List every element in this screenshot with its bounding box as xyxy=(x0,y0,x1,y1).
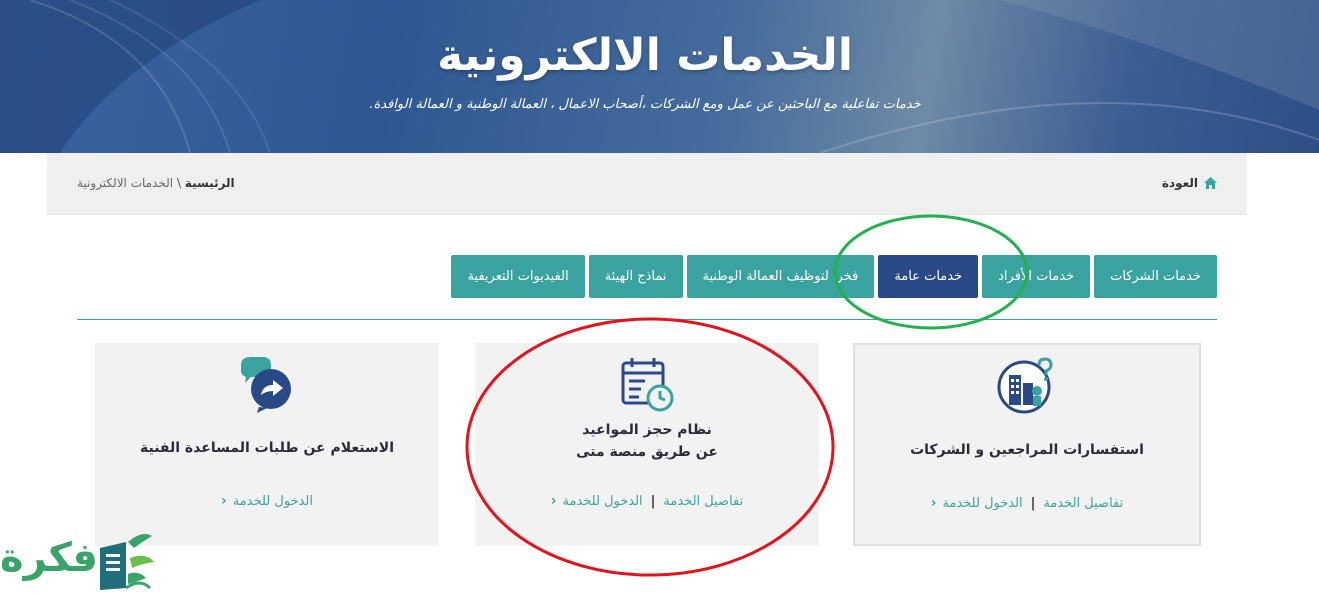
card-links: تفاصيل الخدمة | الدخول للخدمة ‹ xyxy=(855,495,1199,511)
service-details-link[interactable]: تفاصيل الخدمة xyxy=(663,494,743,509)
chevron-left-icon: ‹ xyxy=(221,493,227,509)
calendar-clock-icon xyxy=(621,358,674,412)
home-icon xyxy=(1204,177,1217,189)
card-title: الاستعلام عن طلبات المساعدة الفنية xyxy=(139,440,394,456)
tab-company-services[interactable]: خدمات الشركات xyxy=(1094,255,1217,298)
tab-individual-services[interactable]: خدمات الأفراد xyxy=(982,255,1091,298)
service-card-inquiries: استفسارات المراجعين و الشركات تفاصيل الخ… xyxy=(853,343,1201,546)
service-card-appointments: نظام حجز المواعيد عن طريق منصة متى تفاصي… xyxy=(475,343,819,546)
breadcrumb-separator: \ xyxy=(173,176,185,190)
tabs-divider xyxy=(77,319,1217,320)
back-link[interactable]: العودة xyxy=(1162,176,1217,190)
link-separator: | xyxy=(650,493,656,509)
card-links: الدخول للخدمة ‹ xyxy=(95,493,439,509)
tab-authority-forms[interactable]: نماذج الهيئة xyxy=(588,255,683,298)
breadcrumb-current: الخدمات الالكترونية xyxy=(77,176,174,190)
service-card-support-requests: الاستعلام عن طلبات المساعدة الفنية الدخو… xyxy=(95,343,439,546)
enter-service-link[interactable]: الدخول للخدمة ‹ xyxy=(931,495,1023,511)
tab-national-workforce[interactable]: فخرا لتوظيف العمالة الوطنية xyxy=(686,255,875,298)
breadcrumb-bar: العودة الرئيسية \ الخدمات الالكترونية xyxy=(47,153,1247,215)
enter-service-link[interactable]: الدخول للخدمة ‹ xyxy=(551,493,643,509)
page-title: الخدمات الالكترونية xyxy=(437,30,853,81)
fikra-logo-text: فكرة xyxy=(0,535,98,581)
page-subtitle: خدمات تفاعلية مع الباحثين عن عمل ومع الش… xyxy=(369,97,921,112)
enter-service-label: الدخول للخدمة xyxy=(232,493,313,509)
chevron-left-icon: ‹ xyxy=(930,495,937,511)
tab-intro-videos[interactable]: الفيديوات التعريفية xyxy=(451,255,585,298)
card-title-line2: عن طريق منصة متى xyxy=(576,444,718,460)
tab-general-services[interactable]: خدمات عامة xyxy=(878,255,979,298)
breadcrumb: الرئيسية \ الخدمات الالكترونية xyxy=(77,176,235,190)
enter-service-label: الدخول للخدمة xyxy=(562,493,643,509)
service-tabs: خدمات الشركات خدمات الأفراد خدمات عامة ف… xyxy=(451,255,1217,298)
hero-banner: الخدمات الالكترونية خدمات تفاعلية مع الب… xyxy=(0,0,1319,153)
card-title: نظام حجز المواعيد عن طريق منصة متى xyxy=(475,419,819,463)
card-title-line1: نظام حجز المواعيد xyxy=(582,422,712,438)
chevron-left-icon: ‹ xyxy=(550,493,557,509)
breadcrumb-home[interactable]: الرئيسية xyxy=(185,176,235,190)
city-question-icon xyxy=(997,357,1053,414)
chat-bubble-icon xyxy=(241,357,291,413)
enter-service-label: الدخول للخدمة xyxy=(942,495,1023,511)
card-links: تفاصيل الخدمة | الدخول للخدمة ‹ xyxy=(475,493,819,509)
card-title: استفسارات المراجعين و الشركات xyxy=(910,442,1144,458)
enter-service-link[interactable]: الدخول للخدمة ‹ xyxy=(221,493,313,509)
service-details-link[interactable]: تفاصيل الخدمة xyxy=(1043,496,1123,511)
link-separator: | xyxy=(1030,495,1036,511)
back-label: العودة xyxy=(1161,176,1198,190)
